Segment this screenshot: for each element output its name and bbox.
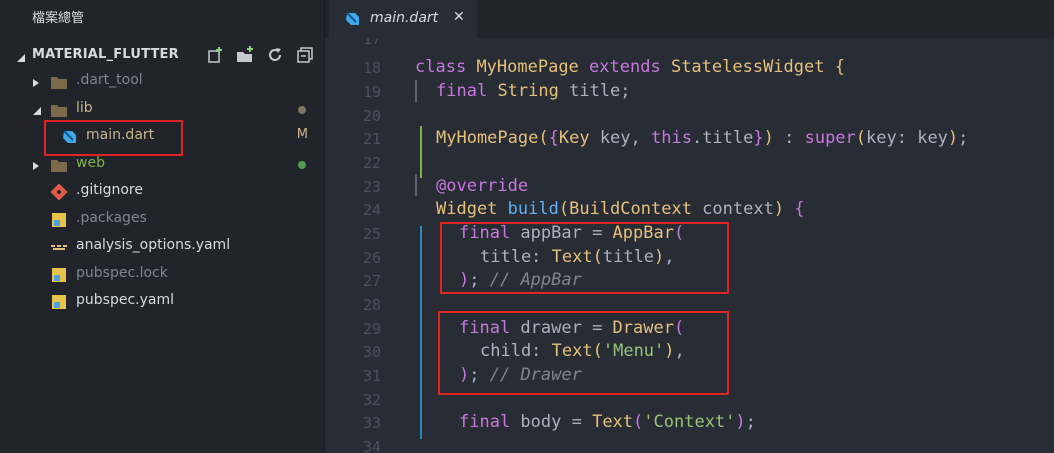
tree-item-lib[interactable]: lib: [0, 96, 324, 124]
explorer-title: 檔案總管: [32, 11, 85, 26]
line-number: 33: [362, 414, 381, 432]
line-number: 29: [362, 320, 381, 338]
project-name: MATERIAL_FLUTTER: [32, 47, 179, 62]
tree-item-analysis-options[interactable]: analysis_options.yaml: [0, 233, 324, 261]
tree-item-label: .dart_tool: [76, 72, 143, 88]
explorer-sidebar: 檔案總管 MATERIAL_FLUTTER .dart_tool lib mai…: [0, 0, 325, 453]
code-line-19: final String title;: [436, 81, 631, 101]
tree-item-label: analysis_options.yaml: [76, 237, 231, 253]
tab-label: main.dart: [370, 10, 439, 26]
dart-icon: [343, 10, 361, 32]
git-icon: [50, 183, 68, 201]
modified-dot: [298, 105, 306, 114]
package-file-icon: [50, 211, 68, 229]
line-number: 19: [362, 83, 381, 101]
line-number: 18: [362, 59, 381, 77]
collapse-all-icon[interactable]: [294, 45, 316, 65]
tree-item-pubspec-lock[interactable]: pubspec.lock: [0, 261, 324, 289]
tree-item-packages[interactable]: .packages: [0, 206, 324, 234]
line-number: 25: [362, 225, 381, 243]
line-number: 21: [362, 130, 381, 148]
line-number: 24: [362, 201, 381, 219]
tab-main-dart[interactable]: main.dart ✕: [329, 0, 477, 38]
project-header[interactable]: MATERIAL_FLUTTER: [0, 42, 324, 68]
code-line-21: MyHomePage({Key key, this.title}) : supe…: [436, 128, 969, 148]
folder-icon: [50, 73, 68, 91]
tree-item-gitignore[interactable]: .gitignore: [0, 178, 324, 206]
chevron-down-icon[interactable]: [32, 104, 42, 120]
line-number: 31: [362, 367, 381, 385]
tree-item-pubspec-yaml[interactable]: pubspec.yaml: [0, 288, 324, 316]
code-line-23: @override: [436, 176, 529, 196]
line-number: 27: [362, 272, 381, 290]
close-icon[interactable]: ✕: [453, 9, 465, 25]
tree-item-label: web: [76, 154, 105, 171]
refresh-icon[interactable]: [264, 45, 286, 65]
tree-item-label: lib: [76, 99, 93, 116]
new-folder-icon[interactable]: [234, 45, 256, 65]
line-number: 28: [362, 296, 381, 314]
yaml-icon: [50, 238, 68, 256]
tree-item-label: .packages: [76, 209, 147, 226]
line-number: 30: [362, 343, 381, 361]
folder-icon: [50, 101, 68, 119]
highlight-box: [44, 120, 183, 156]
line-number: 20: [362, 107, 381, 125]
line-number: 22: [362, 154, 381, 172]
tab-bar: main.dart ✕: [325, 0, 1054, 38]
chevron-down-icon[interactable]: [16, 48, 26, 67]
highlight-box-appbar: [440, 222, 729, 294]
package-file-icon: [50, 266, 68, 284]
tree-item-label: .gitignore: [76, 182, 143, 198]
chevron-right-icon[interactable]: [32, 76, 40, 92]
line-number: 32: [362, 391, 381, 409]
untracked-dot: [298, 160, 306, 169]
line-number: 23: [362, 178, 381, 196]
code-line-18: class MyHomePage extends StatelessWidget…: [415, 57, 845, 77]
line-number: 17: [362, 38, 381, 48]
code-line-24: Widget build(BuildContext context) {: [436, 199, 805, 219]
package-file-icon: [50, 293, 68, 311]
file-tree: .dart_tool lib main.dart M web .gitignor…: [0, 68, 324, 316]
code-line-33: final body = Text('Context');: [459, 412, 756, 432]
chevron-right-icon[interactable]: [32, 159, 40, 175]
folder-icon: [50, 156, 68, 174]
tree-item-label: pubspec.lock: [76, 264, 168, 281]
git-modified-badge: M: [296, 127, 308, 142]
new-file-icon[interactable]: [204, 45, 226, 65]
line-number: 34: [362, 438, 381, 453]
line-number: 26: [362, 249, 381, 267]
tree-item-dart-tool[interactable]: .dart_tool: [0, 68, 324, 96]
highlight-box-drawer: [438, 311, 729, 395]
tree-item-label: pubspec.yaml: [76, 292, 174, 308]
